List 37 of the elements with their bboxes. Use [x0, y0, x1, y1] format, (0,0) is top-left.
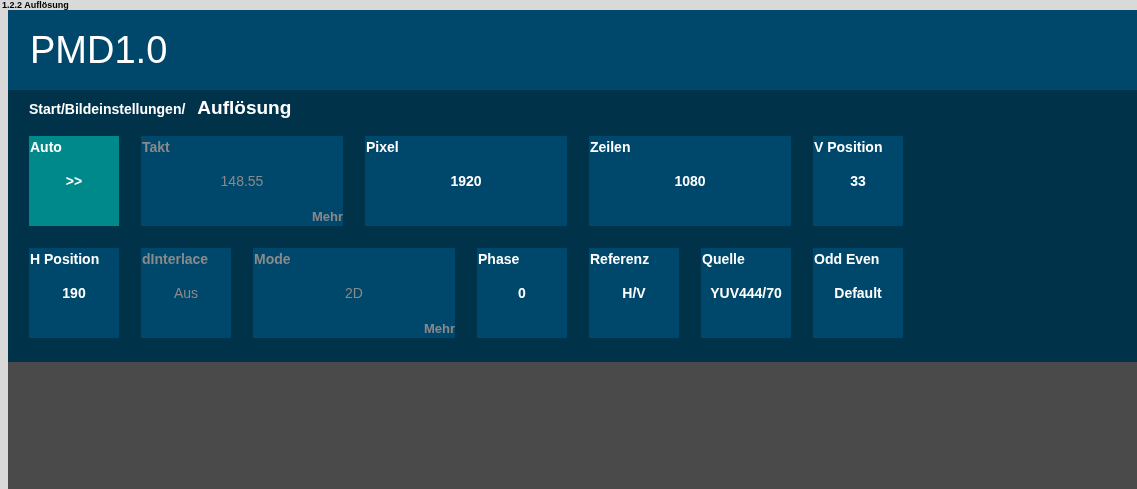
tile-value: H/V [621, 284, 647, 303]
tile-label: H Position [29, 250, 101, 269]
setting-tile[interactable]: V Position 33 [813, 136, 903, 226]
tile-label: dInterlace [141, 250, 210, 269]
setting-tile[interactable]: Referenz H/V [589, 248, 679, 338]
setting-tile[interactable]: Zeilen 1080 [589, 136, 791, 226]
tile-label: Referenz [589, 250, 651, 269]
figure-caption: 1.2.2 Auflösung [2, 0, 69, 10]
tile-label: Takt [141, 138, 171, 157]
tile-label: Quelle [701, 250, 746, 269]
tile-value: 190 [61, 284, 87, 303]
tile-value: 1920 [449, 172, 483, 191]
tile-value: >> [64, 172, 84, 191]
setting-tile[interactable]: H Position 190 [29, 248, 119, 338]
setting-tile[interactable]: Phase 0 [477, 248, 567, 338]
tile-value: YUV444/70 [709, 284, 783, 303]
tile-value: 33 [849, 172, 867, 191]
tile-value: 1080 [673, 172, 707, 191]
tile-label: Pixel [365, 138, 400, 157]
app-title: PMD1.0 [30, 31, 168, 69]
tile-label: Odd Even [813, 250, 881, 269]
tile-value: 148.55 [219, 172, 265, 191]
tile-label: Phase [477, 250, 521, 269]
setting-tile[interactable]: Auto >> [29, 136, 119, 226]
tile-value: 0 [517, 284, 527, 303]
page-title: Auflösung [197, 96, 292, 120]
setting-tile[interactable]: Quelle YUV444/70 [701, 248, 791, 338]
breadcrumb-path[interactable]: Start/Bildeinstellungen/ [29, 99, 186, 120]
tile-label: Auto [29, 138, 63, 157]
tile-value: Aus [172, 284, 200, 303]
tile-value: Default [833, 284, 883, 303]
tile-label: Zeilen [589, 138, 632, 157]
tile-label: Mode [253, 250, 292, 269]
tile-label: V Position [813, 138, 884, 157]
setting-tile[interactable]: Odd Even Default [813, 248, 903, 338]
setting-tile[interactable]: Pixel 1920 [365, 136, 567, 226]
tile-value: 2D [344, 284, 364, 303]
